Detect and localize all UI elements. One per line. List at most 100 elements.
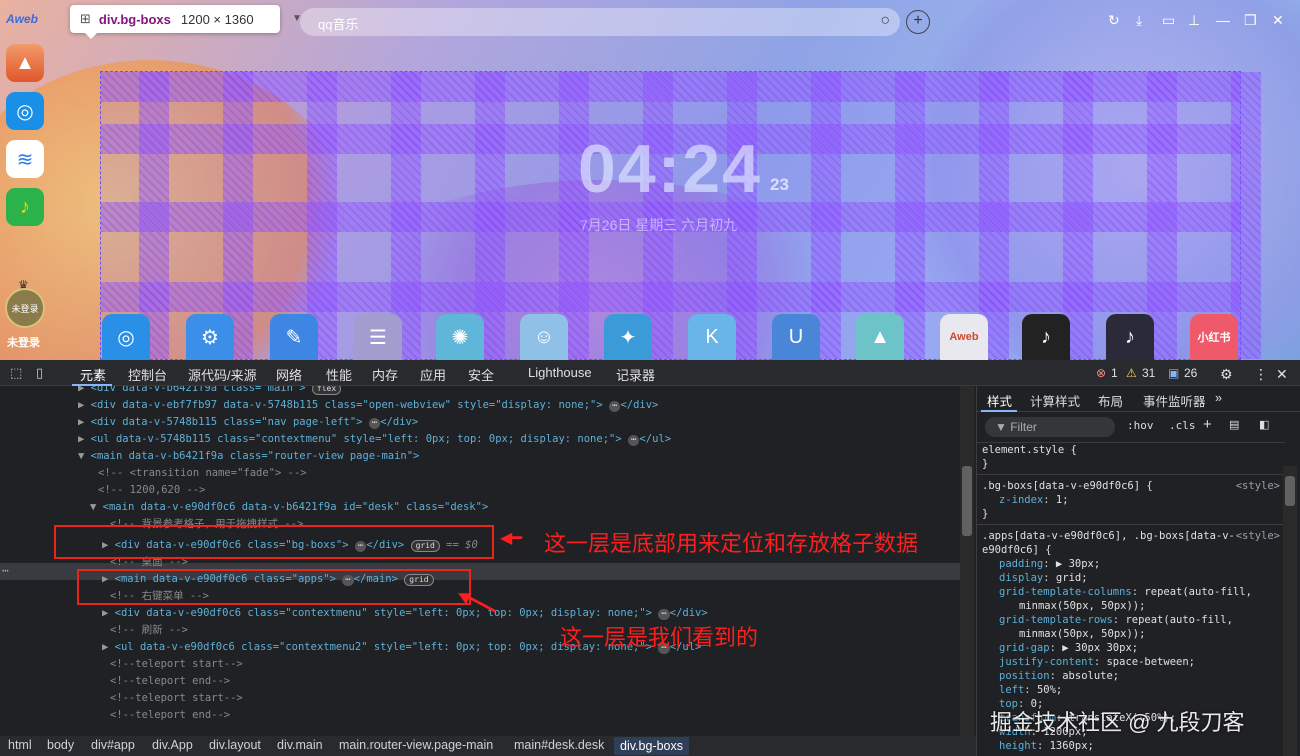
caret-right-icon[interactable]: ▶ [102,641,115,653]
tab-memory[interactable]: 内存 [372,365,398,384]
anime-app-icon[interactable]: ☺ [520,314,568,360]
element-style-selector[interactable]: element.style { [982,444,1077,456]
dom-node-line[interactable]: <!-- 刷新 --> [110,622,188,639]
device-icon[interactable]: ▯ [36,365,43,381]
close-icon[interactable]: ✕ [1272,12,1284,29]
dom-node-line[interactable]: ▶ <div data-v-ebf7fb97 data-v-5748b115 c… [78,397,658,414]
breadcrumb-item[interactable]: div.App [152,738,193,752]
tab-lighthouse[interactable]: Lighthouse [528,365,592,380]
k-app-icon[interactable]: K [688,314,736,360]
error-icon[interactable]: ⊗ [1096,366,1106,380]
chat-app-icon[interactable]: ☰ [354,314,402,360]
caret-right-icon[interactable]: ▶ [102,607,115,619]
gear-icon[interactable]: ⚙ [1220,366,1233,383]
inspect-icon[interactable]: ⬚ [10,365,22,381]
dom-node-line[interactable]: <!-- <transition name="fade"> --> [98,465,307,482]
maximize-icon[interactable]: ❐ [1244,12,1257,29]
filter-input[interactable]: ▼ Filter [985,417,1115,437]
elements-scrollbar[interactable] [960,386,974,736]
caret-down-icon[interactable]: ▼ [90,501,103,513]
compass-app-icon[interactable]: ◎ [6,92,44,130]
caret-right-icon[interactable]: ▶ [78,399,91,411]
dom-node-line[interactable]: ▼ <main data-v-e90df0c6 data-v-b6421f9a … [90,499,488,516]
breadcrumb-item[interactable]: main#desk.desk [514,738,604,752]
dom-node-line[interactable]: <!--teleport start--> [110,690,243,707]
dom-node-line[interactable]: <!--teleport start--> [110,656,243,673]
caret-right-icon[interactable]: ▶ [78,416,91,428]
aweb-app-icon[interactable]: Aweb [940,314,988,360]
brush-app-icon[interactable]: ✎ [270,314,318,360]
xiaohongshu-app-icon[interactable]: 小红书 [1190,314,1238,360]
css-declaration[interactable]: grid-template-columns: repeat(auto-fill, [999,586,1252,598]
more-icon[interactable]: ⋯ [2,563,9,578]
layers-app-icon[interactable]: ≋ [6,140,44,178]
css-declaration[interactable]: minmax(50px, 50px)); [1019,628,1145,640]
issue-icon[interactable]: ▣ [1168,366,1179,380]
avatar[interactable]: 未登录 [5,288,45,328]
tab-recorder[interactable]: 记录器 [616,365,655,384]
refresh-icon[interactable]: ↻ [1108,12,1120,29]
css-declaration[interactable]: left: 50%; [999,684,1062,696]
photo-app-icon[interactable]: ▲ [6,44,44,82]
rule-selector[interactable]: .apps[data-v-e90df0c6], .bg-boxs[data-v- [982,530,1235,542]
breadcrumb-item[interactable]: html [8,738,32,752]
styles-scrollbar-thumb[interactable] [1285,476,1295,506]
caret-down-icon[interactable]: ▼ [78,450,91,462]
qq-music-app-icon[interactable]: ♪ [6,188,44,226]
css-declaration[interactable]: justify-content: space-between; [999,656,1195,668]
dom-node-line[interactable]: ▶ <ul data-v-5748b115 class="contextmenu… [78,431,671,448]
app-icon[interactable]: ✦ [604,314,652,360]
more-icon[interactable]: ⋮ [1254,366,1268,383]
css-declaration[interactable]: position: absolute; [999,670,1119,682]
tab-styles[interactable]: 样式 [987,391,1012,410]
openai-app-icon[interactable]: ✺ [436,314,484,360]
breadcrumb-item[interactable]: body [47,738,74,752]
warning-icon[interactable]: ⚠ [1126,366,1137,380]
css-declaration[interactable]: display: grid; [999,572,1088,584]
rule-source-link[interactable]: <style> [1236,480,1280,492]
dom-node-line[interactable]: <!--teleport end--> [110,707,230,724]
elements-panel[interactable]: ⋯ ▶ <div data-v-b6421f9a class="main"> f… [0,386,960,736]
paint-icon[interactable]: ▤ [1229,418,1239,431]
breadcrumb-item[interactable]: main.router-view.page-main [339,738,493,752]
tab-application[interactable]: 应用 [420,365,446,384]
dom-node-line[interactable]: ▶ <div data-v-b6421f9a class="main"> fle… [78,386,341,397]
layout-badge[interactable]: flex [312,386,341,395]
dom-node-line[interactable]: <!-- 1200,620 --> [98,482,205,499]
hover-state-button[interactable]: :hov [1127,419,1154,432]
rule-source-link[interactable]: <style> [1236,530,1280,542]
tab-console[interactable]: 控制台 [128,365,167,384]
ellipsis-icon[interactable]: ⋯ [609,401,620,412]
tab-security[interactable]: 安全 [468,365,494,384]
compass-app[interactable]: ◎ [102,314,150,360]
css-declaration[interactable]: minmax(50px, 50px)); [1019,600,1145,612]
styles-scrollbar[interactable] [1283,466,1297,756]
class-button[interactable]: .cls [1169,419,1196,432]
dom-node-line[interactable]: ▼ <main data-v-b6421f9a class="router-vi… [78,448,419,465]
pin-icon[interactable]: ⊥ [1188,12,1200,29]
address-bar[interactable]: qq音乐 ○ [300,8,900,36]
tab-event-listeners[interactable]: 事件监听器 [1143,391,1206,410]
css-declaration[interactable]: grid-gap: ▶ 30px 30px; [999,642,1138,654]
css-declaration[interactable]: padding: ▶ 30px; [999,558,1100,570]
css-declaration[interactable]: grid-template-rows: repeat(auto-fill, [999,614,1233,626]
tab-layout[interactable]: 布局 [1098,391,1123,410]
minimize-icon[interactable]: — [1216,12,1230,28]
dom-node-line[interactable]: <!--teleport end--> [110,673,230,690]
download-icon[interactable]: ⤓ [1136,12,1142,29]
css-declaration[interactable]: height: 1360px; [999,740,1094,752]
monitor-icon[interactable]: ▭ [1162,12,1175,29]
tab-sources[interactable]: 源代码/来源 [188,365,257,384]
sidebar-toggle-icon[interactable]: ◧ [1259,418,1269,431]
search-icon[interactable]: ○ [880,12,890,30]
tab-elements[interactable]: 元素 [80,365,106,384]
elements-scrollbar-thumb[interactable] [962,466,972,536]
tab-computed[interactable]: 计算样式 [1030,391,1080,410]
settings-app-icon[interactable]: ⚙ [186,314,234,360]
tab-network[interactable]: 网络 [276,365,302,384]
ellipsis-icon[interactable]: ⋯ [658,609,669,620]
close-devtools-icon[interactable]: ✕ [1276,366,1288,383]
chevron-right-icon[interactable]: » [1215,391,1222,405]
landscape-app-icon[interactable]: ▲ [856,314,904,360]
css-declaration[interactable]: z-index: 1; [999,494,1069,506]
